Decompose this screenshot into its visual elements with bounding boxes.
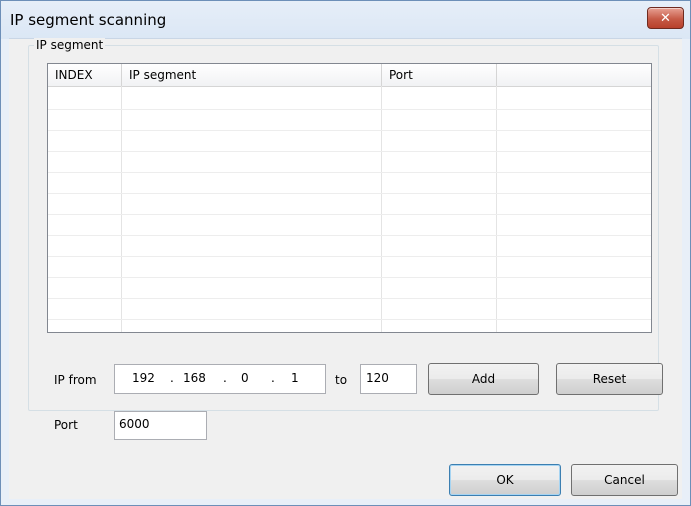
ip-dot: .: [271, 371, 275, 385]
row-divider: [48, 109, 651, 110]
column-header-port[interactable]: Port: [382, 64, 497, 86]
ip-octet-4[interactable]: 1: [291, 371, 299, 385]
port-label: Port: [54, 418, 78, 432]
row-divider: [48, 193, 651, 194]
ip-dot: .: [223, 371, 227, 385]
column-divider: [496, 86, 497, 332]
to-label: to: [335, 373, 348, 387]
row-divider: [48, 277, 651, 278]
row-divider: [48, 172, 651, 173]
close-button[interactable]: ✕: [647, 7, 684, 29]
column-divider: [121, 86, 122, 332]
ip-octet-1[interactable]: 192: [132, 371, 155, 385]
column-header-index[interactable]: INDEX: [48, 64, 122, 86]
row-divider: [48, 214, 651, 215]
add-button[interactable]: Add: [428, 363, 539, 395]
group-legend: IP segment: [34, 38, 106, 52]
column-divider: [381, 86, 382, 332]
cancel-button[interactable]: Cancel: [571, 464, 678, 496]
port-field[interactable]: 6000: [114, 411, 207, 440]
column-header-ip-segment[interactable]: IP segment: [122, 64, 382, 86]
reset-button[interactable]: Reset: [556, 363, 663, 395]
list-header: INDEX IP segment Port: [48, 64, 651, 87]
column-header-empty[interactable]: [497, 64, 651, 86]
ip-to-field[interactable]: 120: [360, 364, 417, 394]
row-divider: [48, 235, 651, 236]
row-divider: [48, 151, 651, 152]
ip-address-field[interactable]: 192 . 168 . 0 . 1: [114, 364, 326, 394]
title-bar[interactable]: IP segment scanning ✕: [1, 1, 690, 39]
ip-octet-3[interactable]: 0: [241, 371, 249, 385]
ip-octet-2[interactable]: 168: [183, 371, 206, 385]
row-divider: [48, 256, 651, 257]
ip-segment-list[interactable]: INDEX IP segment Port: [47, 63, 652, 333]
row-divider: [48, 130, 651, 131]
window-title: IP segment scanning: [10, 11, 167, 29]
ip-dot: .: [170, 371, 174, 385]
port-value: 6000: [119, 417, 150, 431]
ip-from-label: IP from: [54, 373, 97, 387]
close-icon: ✕: [660, 10, 671, 26]
ok-button[interactable]: OK: [449, 464, 561, 496]
row-divider: [48, 298, 651, 299]
ip-to-value: 120: [366, 371, 389, 385]
row-divider: [48, 319, 651, 320]
